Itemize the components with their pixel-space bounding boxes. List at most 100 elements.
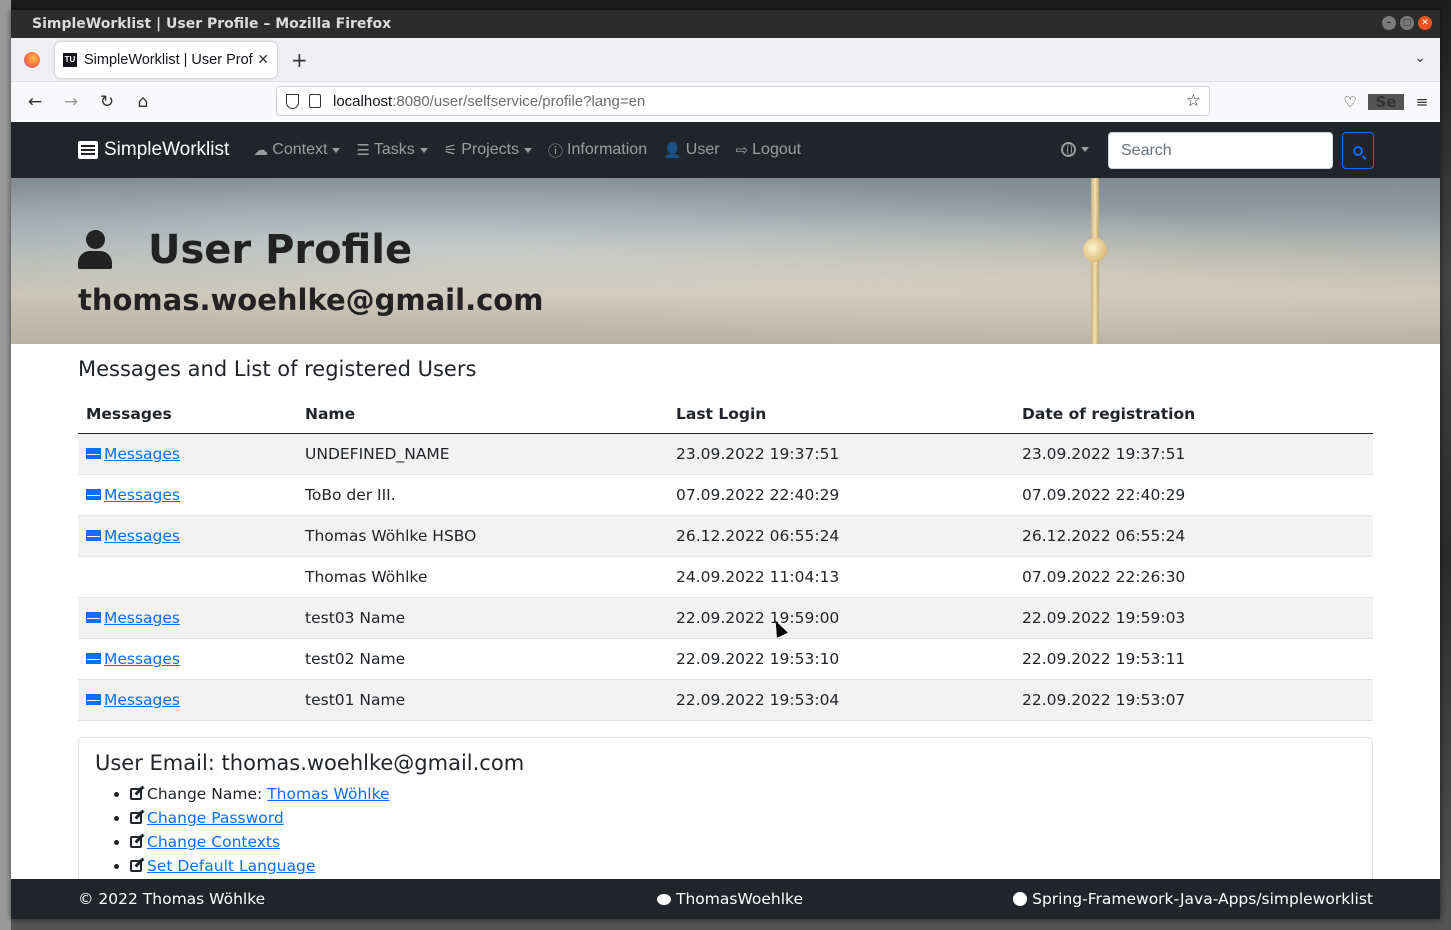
menu-user[interactable]: 👤 User xyxy=(663,140,719,161)
registration-date: 22.09.2022 19:59:03 xyxy=(1014,597,1373,639)
bookmark-star-icon[interactable]: ☆ xyxy=(1186,91,1201,111)
cloud-icon: ☁ xyxy=(253,142,269,159)
search-button[interactable] xyxy=(1342,132,1374,169)
set-default-language-link[interactable]: Set Default Language xyxy=(147,857,315,875)
messages-cell: Messages xyxy=(78,474,297,516)
messages-link-label: Messages xyxy=(104,526,181,545)
users-table: Messages Name Last Login Date of registr… xyxy=(78,395,1373,721)
messages-link-label: Messages xyxy=(104,649,181,668)
messages-link-label: Messages xyxy=(104,444,181,463)
registration-date: 23.09.2022 19:37:51 xyxy=(1014,433,1373,475)
last-login: 22.09.2022 19:53:04 xyxy=(668,679,1014,721)
window-title: SimpleWorklist | User Profile – Mozilla … xyxy=(32,16,392,32)
edit-icon xyxy=(130,860,142,872)
messages-link[interactable]: Messages xyxy=(86,445,180,463)
envelope-icon xyxy=(86,694,101,706)
menu-logout[interactable]: ⇨ Logout xyxy=(736,140,802,161)
list-item-set-default-language: Set Default Language xyxy=(130,857,1356,881)
change-name-link[interactable]: Thomas Wöhlke xyxy=(267,785,389,803)
edit-icon xyxy=(130,836,142,848)
language-dropdown[interactable] xyxy=(1061,142,1089,157)
url-bar[interactable]: localhost:8080/user/selfservice/profile?… xyxy=(276,86,1210,116)
globe-icon xyxy=(1061,142,1076,157)
user-name: Thomas Wöhlke xyxy=(297,556,668,598)
caret-down-icon xyxy=(1081,147,1089,152)
messages-link[interactable]: Messages xyxy=(86,650,180,668)
last-login: 24.09.2022 11:04:13 xyxy=(668,556,1014,598)
back-icon[interactable]: ← xyxy=(17,92,53,112)
menu-projects[interactable]: ⚟ Projects xyxy=(444,140,533,161)
change-contexts-link[interactable]: Change Contexts xyxy=(147,833,280,851)
tab-close-icon[interactable]: ✕ xyxy=(257,51,269,68)
footer-github-link[interactable]: Spring-Framework-Java-Apps/simpleworklis… xyxy=(1013,890,1373,908)
messages-link[interactable]: Messages xyxy=(86,486,180,504)
change-name-label: Change Name: xyxy=(147,785,263,803)
brand-link[interactable]: SimpleWorklist xyxy=(78,139,229,161)
menu-context[interactable]: ☁ Context xyxy=(253,140,341,161)
pocket-icon[interactable]: ♡ xyxy=(1332,93,1368,111)
table-row: Messages test01 Name 22.09.2022 19:53:04… xyxy=(78,679,1373,721)
maximize-icon[interactable]: □ xyxy=(1400,16,1414,30)
tab-favicon-icon: TU xyxy=(63,52,77,67)
tab-bar: TU SimpleWorklist | User Profile ✕ + ⌄ xyxy=(11,38,1440,82)
user-name: test02 Name xyxy=(297,638,668,680)
card-title: User Email: thomas.woehlke@gmail.com xyxy=(95,751,525,775)
column-header-last-login: Last Login xyxy=(668,395,1014,434)
envelope-icon xyxy=(86,530,101,542)
reload-icon[interactable]: ↻ xyxy=(89,92,125,112)
selenium-extension-icon[interactable]: Se xyxy=(1368,93,1404,111)
logout-icon: ⇨ xyxy=(735,142,749,159)
new-tab-icon[interactable]: + xyxy=(291,48,308,72)
messages-link[interactable]: Messages xyxy=(86,691,180,709)
firefox-view-icon[interactable] xyxy=(24,51,40,68)
registration-date: 07.09.2022 22:40:29 xyxy=(1014,474,1373,516)
footer-twitter-link[interactable]: ThomasWoehlke xyxy=(657,890,803,908)
database-icon: ☰ xyxy=(356,142,370,159)
user-name: Thomas Wöhlke HSBO xyxy=(297,515,668,557)
close-window-icon[interactable]: ✕ xyxy=(1418,16,1432,30)
messages-link[interactable]: Messages xyxy=(86,609,180,627)
menu-information-label: Information xyxy=(567,141,648,158)
footer-twitter-label: ThomasWoehlke xyxy=(676,890,803,908)
page-subtitle-email: thomas.woehlke@gmail.com xyxy=(78,283,544,317)
firefox-window: SimpleWorklist | User Profile – Mozilla … xyxy=(11,10,1440,919)
envelope-icon xyxy=(86,653,101,665)
list-item-change-name: Change Name: Thomas Wöhlke xyxy=(130,785,1356,809)
menu-tasks[interactable]: ☰ Tasks xyxy=(356,140,428,161)
tab-active[interactable]: TU SimpleWorklist | User Profile ✕ xyxy=(55,41,277,78)
user-icon: 👤 xyxy=(663,142,682,159)
list-item-change-password: Change Password xyxy=(130,809,1356,833)
last-login: 07.09.2022 22:40:29 xyxy=(668,474,1014,516)
search-input[interactable] xyxy=(1108,132,1333,169)
registration-date: 07.09.2022 22:26:30 xyxy=(1014,556,1373,598)
twitter-icon xyxy=(657,893,671,905)
messages-link-label: Messages xyxy=(104,608,181,627)
messages-cell: Messages xyxy=(78,597,297,639)
table-row: Messages test02 Name 22.09.2022 19:53:10… xyxy=(78,638,1373,680)
messages-link-label: Messages xyxy=(104,485,181,504)
app-menu-icon[interactable]: ≡ xyxy=(1404,93,1440,111)
menu-user-label: User xyxy=(685,141,720,158)
list-icon xyxy=(78,141,98,159)
url-path: :8080/user/selfservice/profile?lang=en xyxy=(392,92,646,110)
page-info-icon[interactable] xyxy=(309,94,321,108)
change-password-link[interactable]: Change Password xyxy=(147,809,284,827)
tracking-protection-icon[interactable] xyxy=(286,93,299,109)
table-header-row: Messages Name Last Login Date of registr… xyxy=(78,395,1373,434)
caret-down-icon xyxy=(524,147,533,153)
forward-icon[interactable]: → xyxy=(53,92,89,112)
envelope-icon xyxy=(86,612,101,624)
messages-link[interactable]: Messages xyxy=(86,527,180,545)
page-title-text: User Profile xyxy=(148,227,413,273)
footer-github-label: Spring-Framework-Java-Apps/simpleworklis… xyxy=(1032,890,1373,908)
edit-icon xyxy=(130,812,142,824)
menu-information[interactable]: ⓘ Information xyxy=(548,140,647,161)
list-all-tabs-icon[interactable]: ⌄ xyxy=(1414,50,1426,66)
table-row: Messages Thomas Wöhlke HSBO 26.12.2022 0… xyxy=(78,515,1373,557)
last-login: 26.12.2022 06:55:24 xyxy=(668,515,1014,557)
edit-icon xyxy=(130,788,142,800)
list-item-change-contexts: Change Contexts xyxy=(130,833,1356,857)
minimize-icon[interactable]: – xyxy=(1382,16,1396,30)
app-navbar: SimpleWorklist ☁ Context ☰ Tasks ⚟ Projects… xyxy=(11,122,1440,178)
home-icon[interactable]: ⌂ xyxy=(125,92,161,112)
